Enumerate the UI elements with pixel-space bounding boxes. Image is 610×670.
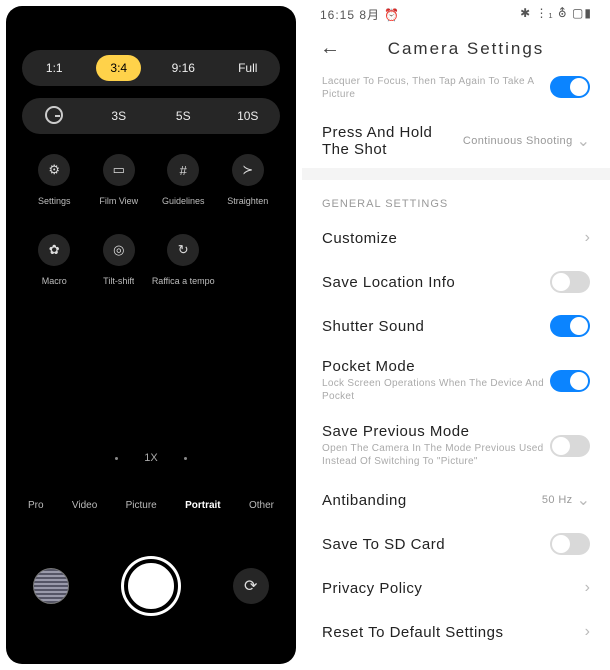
- tool-burst-label: Raffica a tempo: [152, 276, 215, 286]
- aspect-ratio-selector: 1:1 3:4 9:16 Full: [22, 50, 280, 86]
- mode-portrait[interactable]: Portrait: [185, 500, 221, 511]
- tool-macro-label: Macro: [42, 276, 67, 286]
- timer-3s[interactable]: 3S: [87, 109, 152, 123]
- mode-other[interactable]: Other: [249, 500, 274, 511]
- tool-filmview[interactable]: ▭ Film View: [87, 154, 152, 206]
- shutter-button[interactable]: [124, 559, 178, 613]
- chevron-right-icon: ›: [585, 579, 590, 597]
- tool-guidelines[interactable]: # Guidelines: [151, 154, 216, 206]
- row-customize[interactable]: Customize ›: [302, 216, 610, 260]
- switch-camera-icon: ⟳: [244, 576, 257, 596]
- status-time: 16:15: [320, 8, 355, 22]
- camera-screen: 1:1 3:4 9:16 Full 3S 5S 10S ⚙ Settings ▭…: [6, 6, 296, 664]
- toggle-save-location[interactable]: [550, 271, 590, 293]
- ratio-3-4-selected: 3:4: [96, 55, 141, 81]
- timer-10s[interactable]: 10S: [216, 109, 281, 123]
- tool-straighten[interactable]: ≻ Straighten: [216, 154, 281, 206]
- burst-icon: ↻: [178, 242, 189, 258]
- zoom-dot-right: [184, 457, 187, 460]
- gallery-thumbnail[interactable]: [33, 568, 69, 604]
- antibanding-label: Antibanding: [322, 492, 542, 509]
- back-button[interactable]: ←: [320, 37, 340, 60]
- reset-label: Reset To Default Settings: [322, 624, 585, 641]
- chevron-icon: ⌄: [577, 490, 590, 510]
- page-title: Camera Settings: [360, 39, 572, 59]
- shutter-sound-label: Shutter Sound: [322, 318, 550, 335]
- tool-settings[interactable]: ⚙ Settings: [22, 154, 87, 206]
- mode-pro[interactable]: Pro: [28, 500, 44, 511]
- row-shutter-sound[interactable]: Shutter Sound: [302, 304, 610, 348]
- gear-icon: ⚙: [48, 162, 60, 178]
- mode-video[interactable]: Video: [72, 500, 97, 511]
- privacy-label: Privacy Policy: [322, 580, 585, 597]
- save-previous-label: Save Previous Mode: [322, 423, 550, 440]
- tool-filmview-label: Film View: [99, 196, 138, 206]
- status-bar: 16:15 8月 ⏰ ✱ ⋮₁ ⛢ ▢▮: [302, 0, 610, 23]
- ratio-1-1[interactable]: 1:1: [22, 61, 87, 75]
- tiltshift-icon: ◎: [113, 242, 124, 258]
- row-save-location[interactable]: Save Location Info: [302, 260, 610, 304]
- timer-icon[interactable]: [22, 106, 87, 127]
- ratio-full[interactable]: Full: [216, 61, 281, 75]
- ratio-9-16[interactable]: 9:16: [151, 61, 216, 75]
- straighten-icon: ≻: [242, 162, 253, 178]
- tap-focus-sub: Lacquer To Focus, Then Tap Again To Take…: [322, 75, 550, 101]
- mode-selector[interactable]: Pro Video Picture Portrait Other: [6, 500, 296, 511]
- leaf-icon: ✿: [49, 242, 60, 258]
- chevron-icon: ⌄: [577, 131, 590, 151]
- chevron-right-icon: ›: [585, 623, 590, 641]
- status-date: 8月: [359, 8, 380, 22]
- toggle-save-previous[interactable]: [550, 435, 590, 457]
- save-previous-sub: Open The Camera In The Mode Previous Use…: [322, 442, 550, 468]
- row-pocket-mode[interactable]: Pocket Mode Lock Screen Operations When …: [302, 348, 610, 413]
- zoom-selector[interactable]: 1X: [6, 452, 296, 464]
- press-hold-value: Continuous Shooting: [463, 135, 573, 147]
- grid-icon: #: [180, 163, 187, 178]
- row-press-hold[interactable]: Press And Hold The Shot Continuous Shoot…: [302, 114, 610, 168]
- tool-guidelines-label: Guidelines: [162, 196, 205, 206]
- tool-burst[interactable]: ↻ Raffica a tempo: [151, 234, 216, 286]
- mode-picture[interactable]: Picture: [126, 500, 157, 511]
- timer-5s[interactable]: 5S: [151, 109, 216, 123]
- ratio-3-4[interactable]: 3:4: [87, 55, 152, 81]
- chevron-right-icon: ›: [585, 229, 590, 247]
- tool-settings-label: Settings: [38, 196, 71, 206]
- toggle-tap-focus[interactable]: [550, 76, 590, 98]
- tool-macro[interactable]: ✿ Macro: [22, 234, 87, 286]
- row-antibanding[interactable]: Antibanding 50 Hz ⌄: [302, 478, 610, 522]
- toggle-save-sd[interactable]: [550, 533, 590, 555]
- tool-tiltshift[interactable]: ◎ Tilt-shift: [87, 234, 152, 286]
- antibanding-value: 50 Hz: [542, 494, 573, 506]
- tool-straighten-label: Straighten: [227, 196, 268, 206]
- tool-grid: ⚙ Settings ▭ Film View # Guidelines ≻ St…: [22, 154, 280, 286]
- pocket-mode-sub: Lock Screen Operations When The Device A…: [322, 377, 550, 403]
- zoom-level: 1X: [144, 452, 157, 464]
- switch-camera-button[interactable]: ⟳: [233, 568, 269, 604]
- alarm-icon: ⏰: [384, 8, 400, 22]
- row-reset[interactable]: Reset To Default Settings ›: [302, 610, 610, 654]
- zoom-dot-left: [115, 457, 118, 460]
- press-hold-label: Press And Hold The Shot: [322, 124, 463, 158]
- timer-selector: 3S 5S 10S: [22, 98, 280, 134]
- section-general: GENERAL SETTINGS: [302, 180, 610, 216]
- save-location-label: Save Location Info: [322, 274, 550, 291]
- row-privacy[interactable]: Privacy Policy ›: [302, 566, 610, 610]
- pocket-mode-label: Pocket Mode: [322, 358, 550, 375]
- row-tap-to-focus[interactable]: Lacquer To Focus, Then Tap Again To Take…: [302, 70, 610, 114]
- toggle-shutter-sound[interactable]: [550, 315, 590, 337]
- row-save-sd[interactable]: Save To SD Card: [302, 522, 610, 566]
- shutter-row: ⟳: [6, 546, 296, 626]
- status-icons: ✱ ⋮₁ ⛢ ▢▮: [520, 6, 592, 23]
- toggle-pocket-mode[interactable]: [550, 370, 590, 392]
- tool-tiltshift-label: Tilt-shift: [103, 276, 134, 286]
- filmview-icon: ▭: [113, 162, 125, 178]
- customize-label: Customize: [322, 230, 585, 247]
- title-bar: ← Camera Settings: [302, 23, 610, 70]
- save-sd-label: Save To SD Card: [322, 536, 550, 553]
- row-save-previous[interactable]: Save Previous Mode Open The Camera In Th…: [302, 413, 610, 478]
